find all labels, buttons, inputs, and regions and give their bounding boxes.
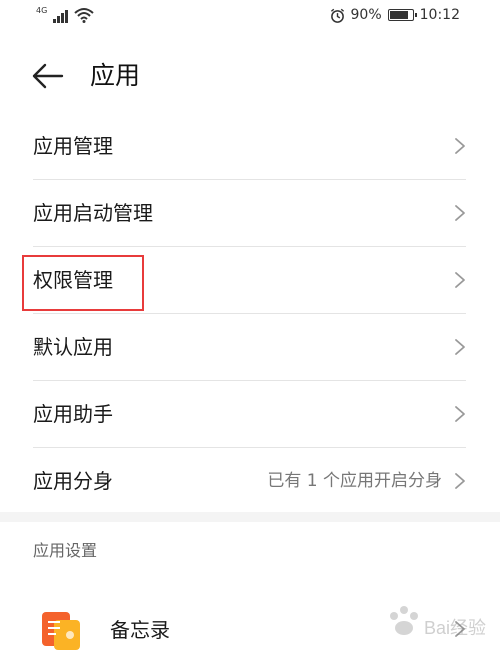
menu-item-label: 应用分身	[33, 469, 113, 493]
section-divider	[0, 512, 500, 522]
network-type: 4G	[36, 6, 48, 15]
page-title: 应用	[90, 61, 141, 90]
menu-item-label: 应用管理	[33, 134, 113, 158]
chevron-right-icon	[455, 272, 465, 288]
status-bar: 4G 90% 10:12	[0, 0, 500, 34]
status-right: 90% 10:12	[330, 7, 460, 23]
arrow-left-icon[interactable]	[30, 58, 66, 94]
signal-icon	[53, 9, 69, 23]
watermark-logo: Bai经验	[380, 600, 490, 650]
menu-item-label: 应用启动管理	[33, 201, 153, 225]
chevron-right-icon	[455, 339, 465, 355]
chevron-right-icon	[455, 473, 465, 489]
menu-item-value: 已有 1 个应用开启分身	[267, 471, 442, 491]
menu-item-label: 权限管理	[33, 268, 113, 292]
chevron-right-icon	[455, 205, 465, 221]
status-left: 4G	[36, 7, 94, 23]
paw-icon: Bai经验	[390, 606, 486, 638]
clock-time: 10:12	[419, 7, 460, 23]
battery-icon	[387, 9, 417, 21]
alarm-icon	[330, 8, 344, 23]
menu-item[interactable]: 默认应用	[33, 314, 466, 381]
app-name: 备忘录	[110, 618, 170, 642]
menu-item-label: 应用助手	[33, 402, 113, 426]
section-title: 应用设置	[33, 541, 98, 560]
menu-item[interactable]: 应用管理	[33, 113, 466, 180]
svg-text:Bai经验: Bai经验	[424, 618, 486, 638]
wifi-icon	[74, 8, 94, 23]
menu-list: 应用管理应用启动管理 权限管理默认应用应用助手应用分身 已有 1 个应用开启分身	[33, 113, 466, 514]
battery-percent: 90%	[350, 7, 382, 23]
battery-level-fill	[389, 11, 408, 19]
menu-item[interactable]: 应用分身 已有 1 个应用开启分身	[33, 448, 466, 514]
header: 应用	[0, 50, 500, 102]
chevron-right-icon	[455, 138, 465, 154]
chevron-right-icon	[455, 406, 465, 422]
notes-app-icon	[42, 612, 80, 650]
menu-item-label: 默认应用	[33, 335, 113, 359]
menu-item[interactable]: 应用启动管理	[33, 180, 466, 247]
menu-item[interactable]: 权限管理	[33, 247, 466, 314]
menu-item[interactable]: 应用助手	[33, 381, 466, 448]
